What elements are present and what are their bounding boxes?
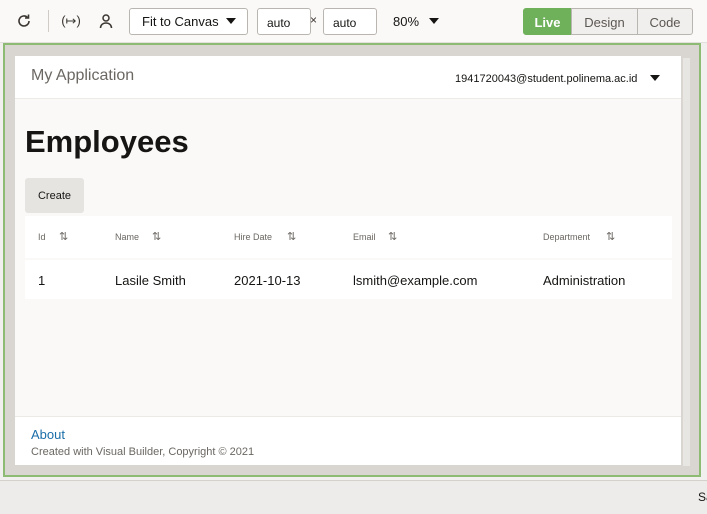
preview-canvas: My Application 1941720043@student.poline… — [3, 43, 701, 477]
sort-icon[interactable]: ⇅ — [59, 230, 68, 243]
height-input[interactable]: auto — [323, 8, 377, 35]
column-header-email[interactable]: Email — [353, 232, 376, 242]
chevron-down-icon — [226, 18, 236, 24]
width-input[interactable]: auto — [257, 8, 311, 35]
user-icon[interactable] — [95, 10, 117, 32]
mode-live-button[interactable]: Live — [523, 8, 572, 35]
sort-icon[interactable]: ⇅ — [287, 230, 296, 243]
cell-name: Lasile Smith — [115, 273, 186, 288]
app-preview: My Application 1941720043@student.poline… — [15, 56, 681, 465]
fit-select-value: Fit to Canvas — [142, 14, 219, 29]
toolbar-divider — [48, 10, 49, 32]
sort-icon[interactable]: ⇅ — [152, 230, 161, 243]
cell-department: Administration — [543, 273, 626, 288]
page-title: Employees — [25, 124, 189, 159]
create-button[interactable]: Create — [25, 178, 84, 213]
column-header-department[interactable]: Department — [543, 232, 590, 242]
column-header-name[interactable]: Name — [115, 232, 139, 242]
app-header: My Application 1941720043@student.poline… — [15, 56, 681, 99]
user-menu[interactable]: 1941720043@student.polinema.ac.id — [455, 73, 637, 85]
fit-select[interactable]: Fit to Canvas — [129, 8, 248, 35]
sort-icon[interactable]: ⇅ — [606, 230, 615, 243]
variable-icon[interactable]: (↦) — [60, 10, 82, 32]
status-bar: Sa — [0, 480, 707, 514]
refresh-icon[interactable] — [13, 10, 35, 32]
mode-code-button[interactable]: Code — [637, 8, 693, 35]
app-footer: About Created with Visual Builder, Copyr… — [15, 416, 681, 465]
about-link[interactable]: About — [31, 427, 65, 442]
canvas-scrollbar[interactable] — [683, 58, 690, 466]
cell-email: lsmith@example.com — [353, 273, 478, 288]
times-sign: × — [310, 13, 318, 27]
user-menu-chevron-icon[interactable] — [650, 75, 660, 81]
mode-design-button[interactable]: Design — [571, 8, 638, 35]
column-header-id[interactable]: Id — [38, 232, 46, 242]
cell-hire-date: 2021-10-13 — [234, 273, 301, 288]
table-row[interactable]: 1 Lasile Smith 2021-10-13 lsmith@example… — [25, 260, 672, 299]
copyright-text: Created with Visual Builder, Copyright ©… — [31, 446, 255, 458]
status-text[interactable]: Sa — [698, 490, 707, 504]
cell-id: 1 — [38, 273, 46, 288]
table-header: Id ⇅ Name ⇅ Hire Date ⇅ Email ⇅ Departme… — [25, 216, 672, 258]
toolbar: (↦) Fit to Canvas auto × auto 80% Live D… — [0, 0, 707, 43]
zoom-select[interactable]: 80% — [393, 14, 419, 29]
employees-table: Id ⇅ Name ⇅ Hire Date ⇅ Email ⇅ Departme… — [25, 216, 672, 299]
sort-icon[interactable]: ⇅ — [388, 230, 397, 243]
app-title: My Application — [31, 67, 135, 84]
zoom-chevron-icon[interactable] — [429, 18, 439, 24]
column-header-hire-date[interactable]: Hire Date — [234, 232, 272, 242]
